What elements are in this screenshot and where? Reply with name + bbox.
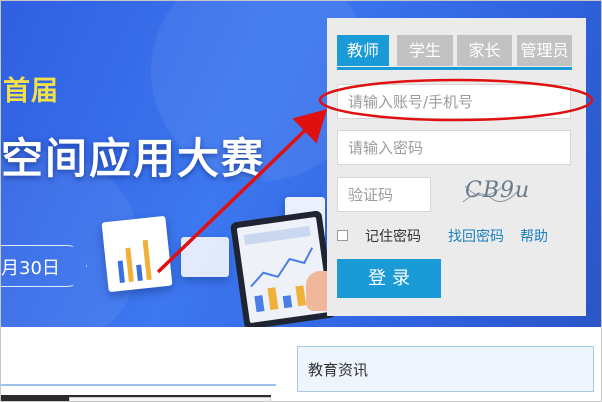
section-divider [1, 384, 276, 386]
forgot-password-link[interactable]: 找回密码 [448, 226, 504, 246]
tab-student[interactable]: 学生 [397, 35, 453, 66]
tab-parent[interactable]: 家长 [457, 35, 512, 66]
role-tabs: 教师 学生 家长 管理员 [337, 35, 572, 70]
login-button[interactable]: 登录 [337, 259, 441, 298]
banner-date: 月30日 [1, 258, 60, 279]
page-frame: 首届 空间应用大赛 月30日 教师 学生 家长 管理员 请输入账号/手机号 验证… [0, 0, 602, 402]
tab-admin[interactable]: 管理员 [517, 35, 572, 66]
news-thumbnail[interactable] [69, 397, 271, 401]
illustration-bar [125, 247, 134, 283]
captcha-input[interactable] [337, 177, 431, 212]
tab-teacher[interactable]: 教师 [337, 35, 389, 66]
news-section-header: 教育资讯 [297, 346, 594, 392]
captcha-text: CB9u [465, 178, 531, 203]
help-link[interactable]: 帮助 [520, 226, 548, 246]
chart-card-illustration [181, 237, 229, 277]
banner-title: 空间应用大赛 [1, 134, 266, 183]
illustration-bar [136, 264, 143, 282]
banner-subtitle: 首届 [3, 76, 59, 107]
login-panel: 教师 学生 家长 管理员 CB9u 记住密码 找回密码 帮助 登录 [327, 18, 586, 316]
account-input[interactable] [337, 84, 571, 119]
news-section-title[interactable]: 教育资讯 [308, 359, 368, 380]
remember-checkbox[interactable] [337, 230, 348, 241]
password-input[interactable] [337, 130, 571, 165]
remember-label: 记住密码 [365, 229, 421, 245]
chart-card-illustration [101, 215, 173, 293]
captcha-image[interactable]: CB9u [461, 178, 529, 210]
illustration-bar [117, 260, 125, 283]
illustration-bar [142, 239, 152, 281]
